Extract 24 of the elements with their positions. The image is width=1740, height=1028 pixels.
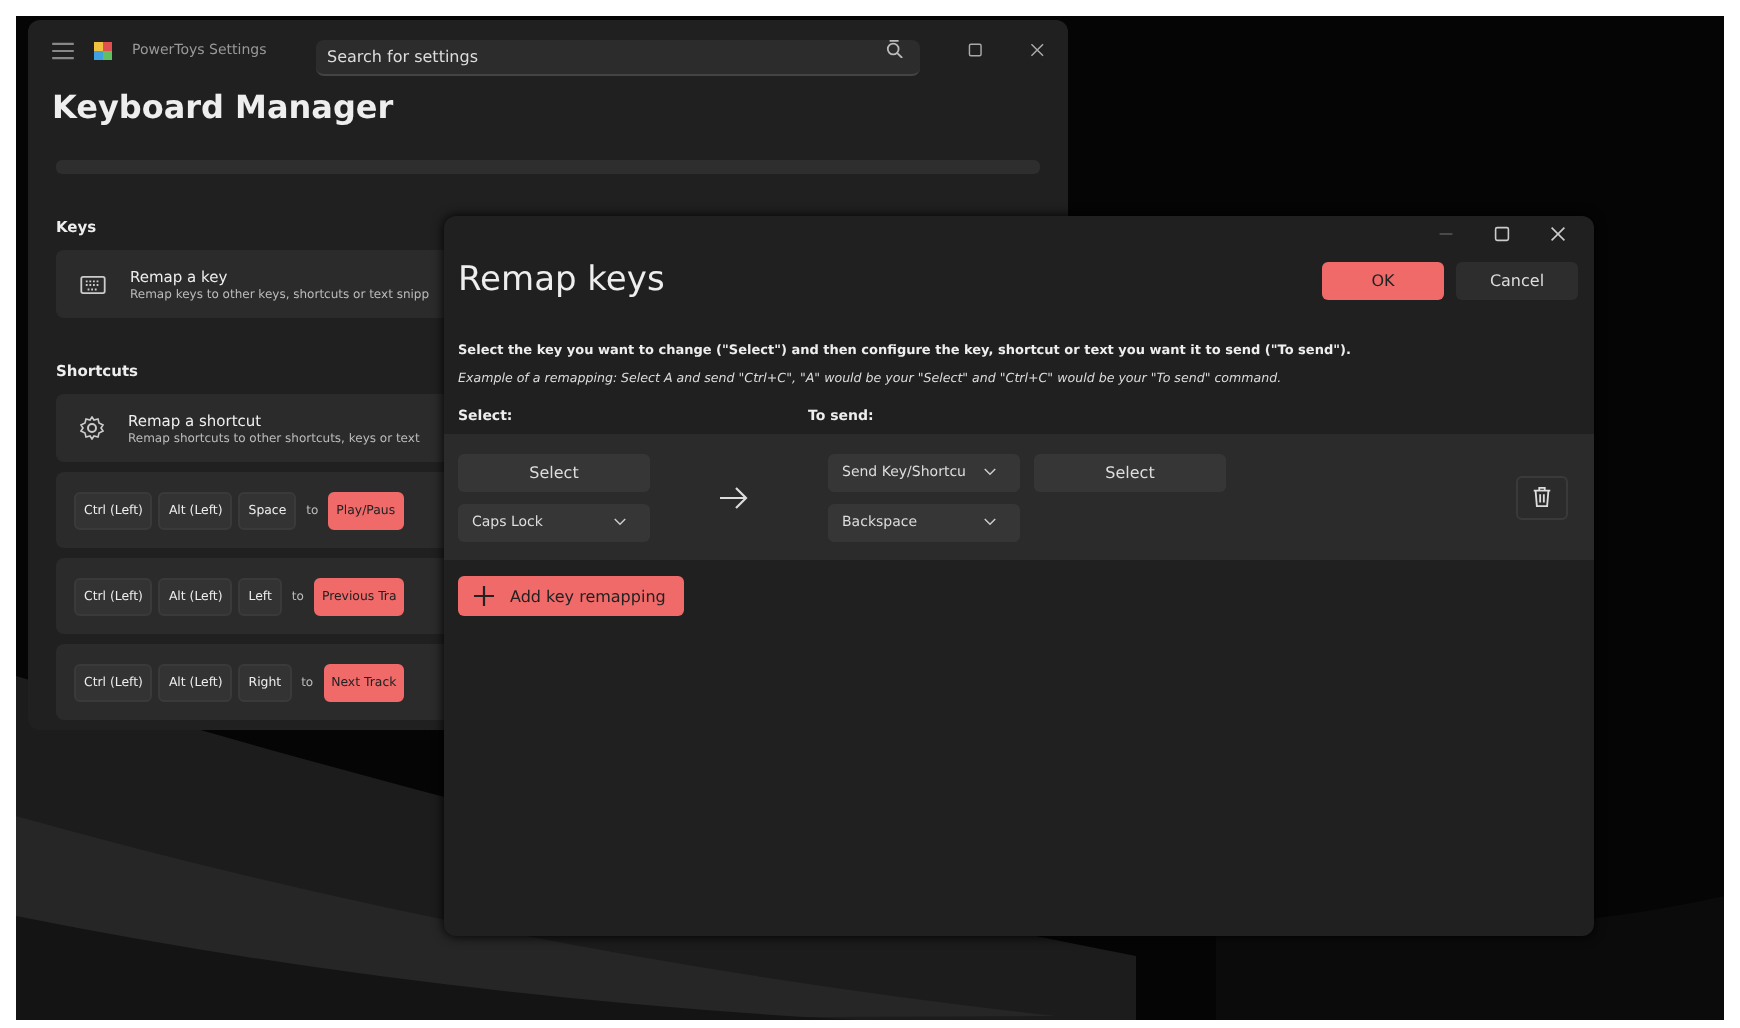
add-remapping-button[interactable]: Add key remapping: [458, 576, 684, 616]
dialog-title: Remap keys: [458, 260, 667, 300]
search-field[interactable]: Search for settings: [315, 40, 920, 76]
select-button[interactable]: Select: [1034, 454, 1226, 492]
gear-icon: [80, 416, 104, 440]
select-button[interactable]: Select: [458, 453, 650, 491]
maximize-icon[interactable]: [1494, 226, 1510, 242]
keyboard-icon: [80, 275, 106, 293]
ok-button[interactable]: OK: [1322, 261, 1444, 299]
chevron-icon: [984, 518, 996, 526]
plus-icon: [474, 586, 494, 606]
close-icon[interactable]: [1029, 42, 1045, 58]
page-title: Keyboard Manager: [52, 88, 396, 130]
maximize-icon[interactable]: [967, 42, 982, 58]
close-icon[interactable]: [1550, 226, 1566, 242]
chevron-icon: [984, 468, 996, 476]
arrow-icon: [720, 485, 748, 509]
chevron-icon: [614, 518, 626, 526]
trash-icon: [1532, 486, 1552, 508]
menu-icon[interactable]: [52, 41, 74, 59]
delete-button[interactable]: [1516, 475, 1568, 519]
app-logo-icon: [94, 41, 112, 59]
cancel-button[interactable]: Cancel: [1456, 261, 1578, 299]
search-icon[interactable]: [885, 40, 904, 58]
